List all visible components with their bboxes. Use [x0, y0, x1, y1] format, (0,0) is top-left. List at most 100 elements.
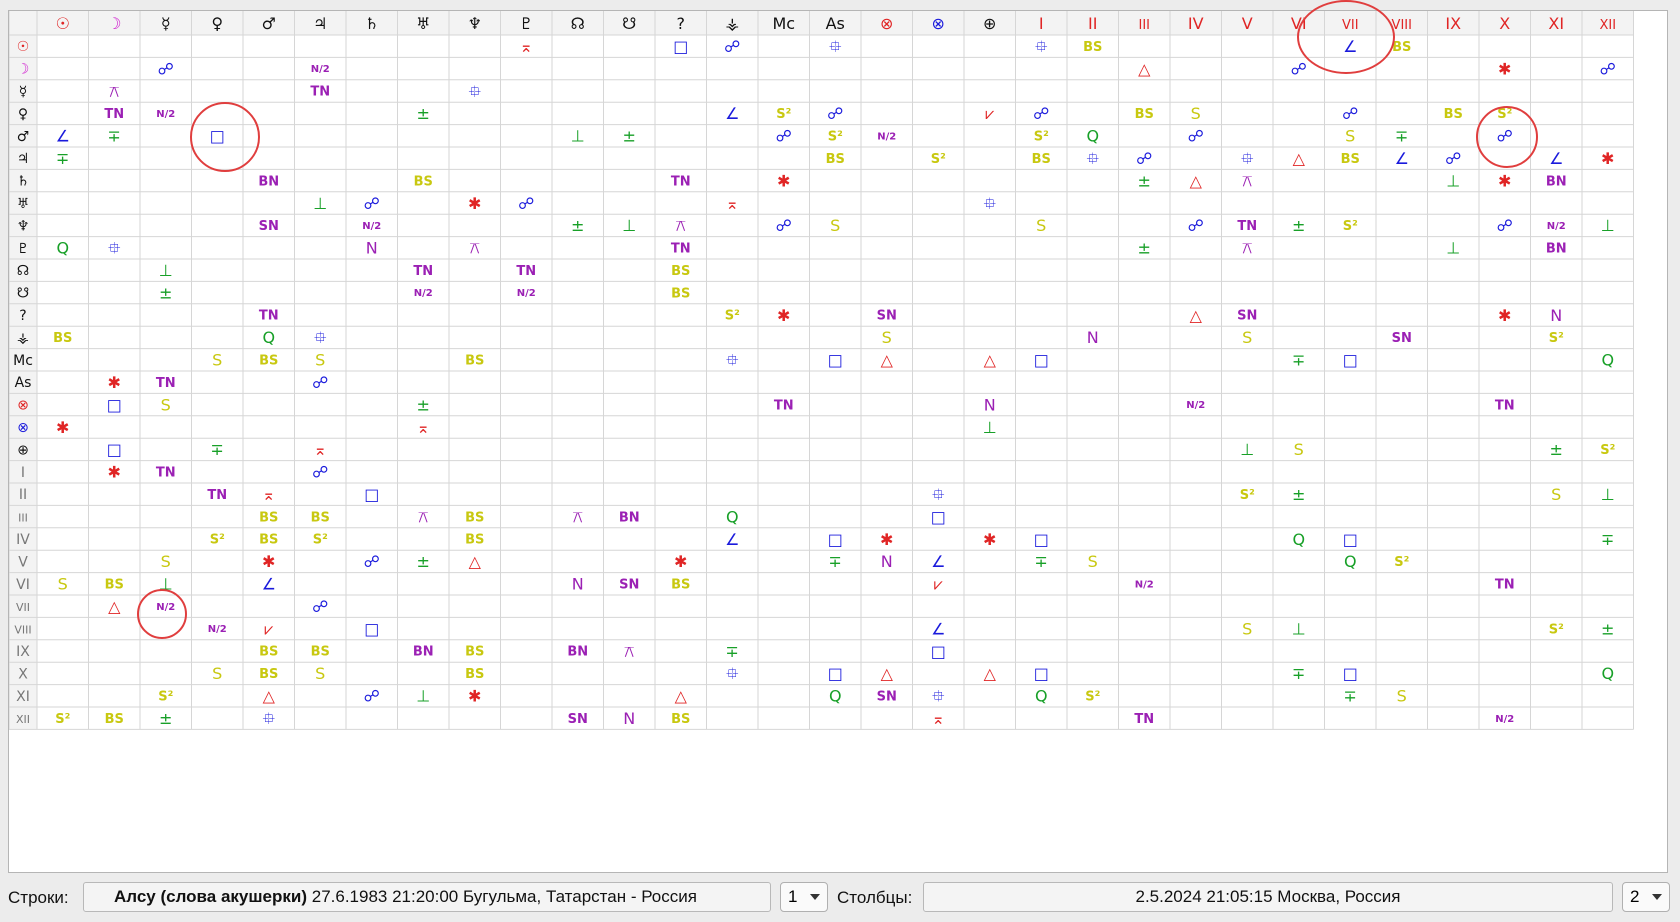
- aspect-symbol: ✱: [108, 373, 121, 392]
- highlight-circle: [1476, 106, 1538, 168]
- aspect-symbol: ✱: [1601, 149, 1614, 168]
- column-header: I: [1039, 14, 1044, 33]
- aspect-symbol: □: [828, 664, 843, 683]
- aspect-symbol: ✱: [468, 194, 481, 213]
- chevron-down-icon: [1652, 894, 1662, 900]
- aspect-symbol: ⯐: [108, 239, 120, 258]
- aspect-symbol: △: [1138, 59, 1151, 78]
- row-header: ♆: [17, 218, 30, 234]
- aspect-symbol: ∠: [1549, 149, 1563, 168]
- aspect-symbol: S: [1345, 127, 1355, 146]
- aspect-symbol: TN: [207, 488, 227, 503]
- aspect-symbol: S²: [776, 107, 791, 122]
- aspect-symbol: ☍: [1033, 104, 1049, 123]
- aspect-symbol: ⯐: [314, 328, 326, 347]
- aspect-symbol: ±: [417, 104, 430, 123]
- row-header: ☊: [17, 263, 29, 279]
- row-header: XII: [16, 713, 30, 726]
- aspect-symbol: TN: [1495, 577, 1515, 592]
- aspect-symbol: △: [984, 664, 997, 683]
- aspect-symbol: S: [161, 552, 171, 571]
- aspect-symbol: ∓: [1035, 552, 1048, 571]
- aspect-symbol: ∓: [108, 127, 121, 146]
- column-header: ☋: [622, 14, 636, 33]
- aspect-symbol: BS: [671, 286, 690, 301]
- aspect-symbol: △: [1293, 149, 1306, 168]
- aspect-symbol: ⩗: [985, 104, 994, 123]
- rows-chart-field[interactable]: Алсу (слова акушерки) 27.6.1983 21:20:00…: [83, 882, 771, 912]
- aspect-symbol: BS: [1392, 40, 1411, 55]
- aspect-symbol: ⚻: [624, 642, 635, 661]
- aspect-symbol: ±: [571, 216, 584, 235]
- aspect-symbol: ±: [1138, 239, 1151, 258]
- aspect-symbol: ✱: [468, 687, 481, 706]
- aspect-symbol: S: [882, 328, 892, 347]
- row-header: IX: [16, 644, 30, 660]
- aspect-symbol: N/2: [1135, 579, 1154, 590]
- column-header: ⊗: [880, 14, 893, 33]
- aspect-symbol: □: [673, 37, 688, 56]
- aspect-symbol: □: [1343, 351, 1358, 370]
- aspect-symbol: BS: [259, 510, 278, 525]
- column-header: ♅: [416, 14, 430, 33]
- aspect-symbol: SN: [1237, 309, 1257, 324]
- aspect-symbol: S²: [828, 129, 843, 144]
- aspect-symbol: SN: [877, 689, 897, 704]
- aspect-symbol: ∠: [931, 619, 945, 638]
- row-header: VII: [16, 601, 30, 614]
- aspect-symbol: ±: [1601, 619, 1614, 638]
- aspect-symbol: BS: [311, 645, 330, 660]
- aspect-symbol: S: [212, 664, 222, 683]
- column-header: V: [1242, 14, 1253, 33]
- aspect-symbol: S: [1036, 216, 1046, 235]
- aspect-symbol: ⊥: [1601, 216, 1615, 235]
- aspect-symbol: ∓: [56, 149, 69, 168]
- aspect-symbol: ✱: [777, 306, 790, 325]
- aspect-symbol: ∓: [1292, 664, 1305, 683]
- column-header: ⊕: [983, 14, 996, 33]
- aspect-symbol: ⚻: [675, 216, 686, 235]
- aspect-symbol: ∠: [262, 575, 276, 594]
- aspect-symbol: ✱: [108, 463, 121, 482]
- aspect-symbol: △: [984, 351, 997, 370]
- column-header: ☽: [107, 14, 121, 33]
- aspect-symbol: ☍: [776, 127, 792, 146]
- aspect-symbol: ☍: [312, 463, 328, 482]
- columns-chart-field[interactable]: 2.5.2024 21:05:15 Москва, Россия: [923, 882, 1613, 912]
- chevron-down-icon: [810, 894, 820, 900]
- aspect-symbol: BN: [619, 510, 640, 525]
- column-header: ♀: [211, 14, 223, 33]
- aspect-symbol: ⯐: [1087, 149, 1099, 168]
- rows-chart-selector[interactable]: 1: [780, 882, 828, 912]
- aspect-symbol: ☍: [364, 194, 380, 213]
- aspect-symbol: ⊥: [1446, 239, 1460, 258]
- column-header: XI: [1548, 14, 1564, 33]
- aspect-symbol: Q: [1292, 530, 1305, 549]
- row-header: IV: [16, 532, 30, 548]
- row-header: ♂: [17, 129, 30, 145]
- columns-chart-selector[interactable]: 2: [1622, 882, 1670, 912]
- aspect-symbol: N: [1550, 306, 1562, 325]
- aspect-symbol: S²: [725, 309, 740, 324]
- aspect-symbol: ⚻: [469, 239, 480, 258]
- aspect-symbol: ⊥: [313, 194, 327, 213]
- aspect-symbol: ☍: [1497, 216, 1513, 235]
- aspect-symbol: ∓: [1292, 351, 1305, 370]
- aspect-symbol: BS: [1341, 152, 1360, 167]
- aspect-symbol: □: [828, 530, 843, 549]
- row-header: V: [18, 554, 28, 570]
- aspect-symbol: □: [1343, 664, 1358, 683]
- row-header: I: [21, 465, 25, 481]
- row-header: VI: [16, 577, 30, 593]
- aspect-symbol: ⊥: [571, 127, 585, 146]
- aspect-symbol: S²: [158, 689, 173, 704]
- aspect-symbol: ⊥: [159, 261, 173, 280]
- aspect-symbol: ⌅: [932, 709, 945, 728]
- column-header: III: [1138, 18, 1150, 33]
- column-header: Mc: [772, 14, 795, 33]
- aspect-symbol: ⩗: [934, 575, 943, 594]
- aspect-symbol: ⚻: [1242, 239, 1253, 258]
- column-header: ♄: [365, 14, 379, 33]
- aspect-symbol: TN: [671, 241, 691, 256]
- aspect-symbol: Q: [1601, 664, 1614, 683]
